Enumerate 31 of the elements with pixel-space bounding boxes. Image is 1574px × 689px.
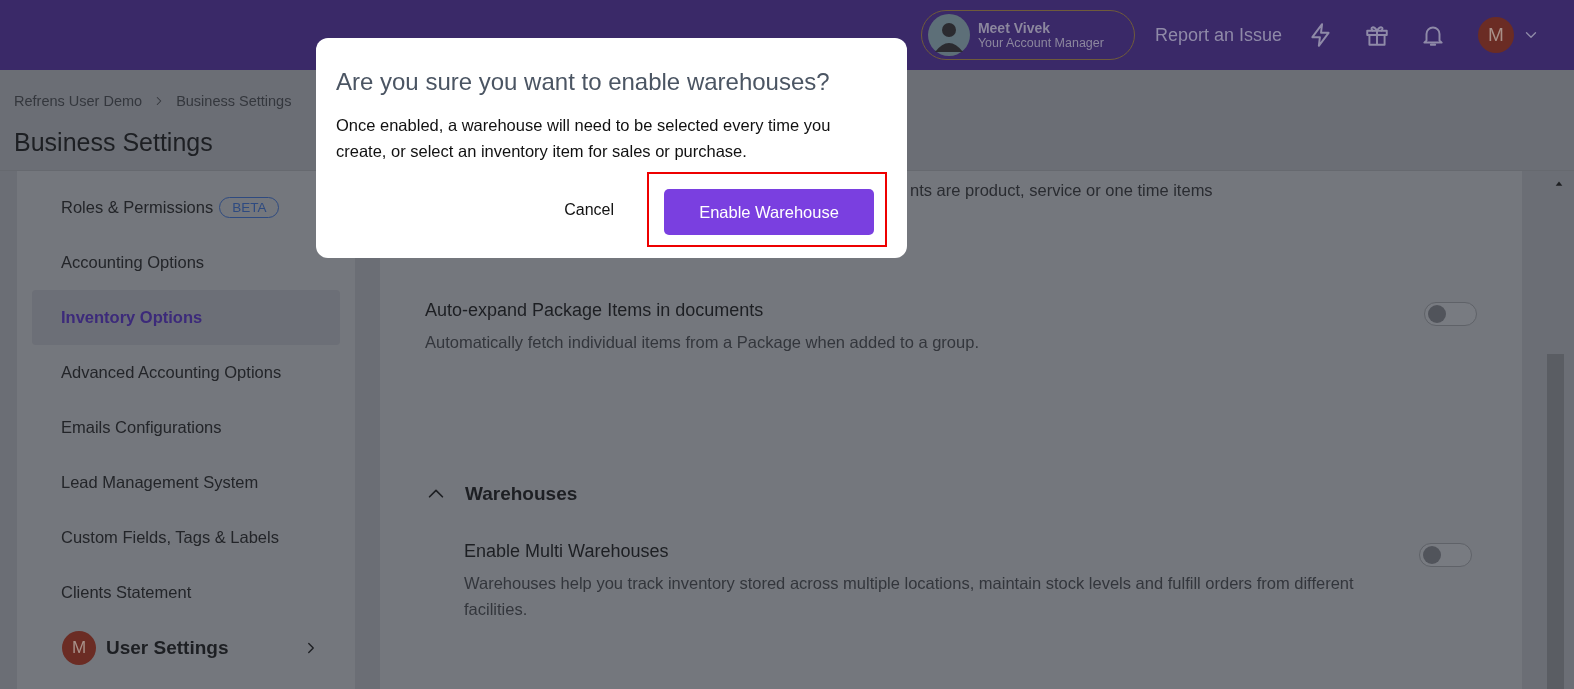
user-avatar[interactable]: M [1478,17,1514,53]
sidebar-item[interactable]: Emails Configurations [32,400,340,455]
page-title: Business Settings [14,127,213,158]
sidebar-item[interactable]: Accounting Options [32,235,340,290]
sidebar-item[interactable]: Advanced Accounting Options [32,345,340,400]
item-label: Roles & Permissions [61,198,214,217]
sidebar-item[interactable]: Custom Fields, Tags & Labels [32,510,340,565]
scroll-up-icon[interactable] [1554,179,1564,189]
dialog-title: Are you sure you want to enable warehouses? [336,68,831,96]
setting-title: Enable Multi Warehouses [464,541,670,562]
sidebar-item[interactable]: Roles & Permissions BETA [32,180,340,235]
cancel-button[interactable]: Cancel [556,190,622,229]
toggle-switch[interactable] [1424,302,1477,326]
user-settings-item[interactable]: M User Settings [32,620,340,676]
setting-title: Auto-expand Package Items in documents [425,300,765,321]
dialog-message: Once enabled, a warehouse will need to be selected every time you create, or select an inventory item for sales or purchase. [336,115,832,162]
setting-description: Warehouses help you track inventory stored across multiple locations, maintain stock levels and fulfill orders from different facilities. [464,573,1355,620]
sidebar-item[interactable]: Inventory Options [32,290,340,345]
toggle-switch[interactable] [1419,543,1472,567]
user-avatar: M [62,631,96,665]
breadcrumb-link[interactable]: Business Settings [176,93,292,109]
report-issue-link[interactable]: Report an Issue [1154,24,1282,46]
sidebar-item[interactable]: Clients Statement [32,565,340,620]
enable-button[interactable]: Enable Warehouse [664,189,874,235]
setting-description: nts are product, service or one time items [910,181,1213,200]
user-settings-label: User Settings [106,637,229,659]
breadcrumb-link[interactable]: Refrens User Demo [14,93,143,109]
sidebar-item[interactable]: Lead Management System [32,455,340,510]
section-title: Warehouses [465,483,578,505]
setting-description: Automatically fetch individual items from a Package when added to a group. [425,332,979,353]
avatar [927,14,970,56]
